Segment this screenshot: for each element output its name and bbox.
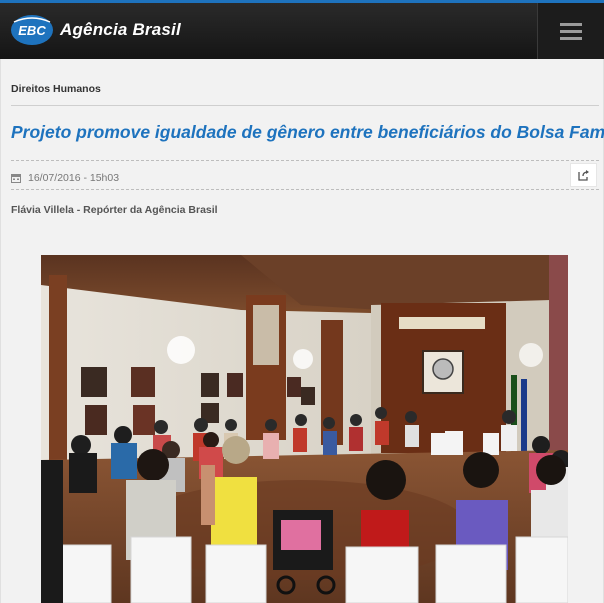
- meta-divider-top: [11, 160, 599, 161]
- article-title: Projeto promove igualdade de gênero entr…: [11, 122, 604, 142]
- calendar-icon: [11, 174, 21, 183]
- share-button[interactable]: [570, 163, 597, 187]
- section-label[interactable]: Direitos Humanos: [11, 83, 101, 95]
- top-bar: EBC Agência Brasil: [0, 0, 604, 59]
- share-icon: [577, 170, 589, 181]
- ebc-logo-icon[interactable]: EBC: [10, 12, 54, 46]
- article-author: Flávia Villela - Repórter da Agência Bra…: [11, 204, 218, 216]
- section-divider: [11, 105, 599, 106]
- article-photo-illustration: [41, 255, 568, 603]
- logo-text: EBC: [18, 23, 46, 38]
- meta-divider-bottom: [11, 189, 599, 190]
- hamburger-menu-icon: [560, 23, 582, 40]
- article-page: Direitos Humanos Projeto promove igualda…: [0, 59, 604, 603]
- article-photo[interactable]: [41, 255, 568, 603]
- menu-button[interactable]: [537, 3, 604, 59]
- publish-date: 16/07/2016 - 15h03: [28, 172, 120, 184]
- brand-name[interactable]: Agência Brasil: [60, 20, 181, 40]
- date-row: 16/07/2016 - 15h03: [11, 172, 119, 184]
